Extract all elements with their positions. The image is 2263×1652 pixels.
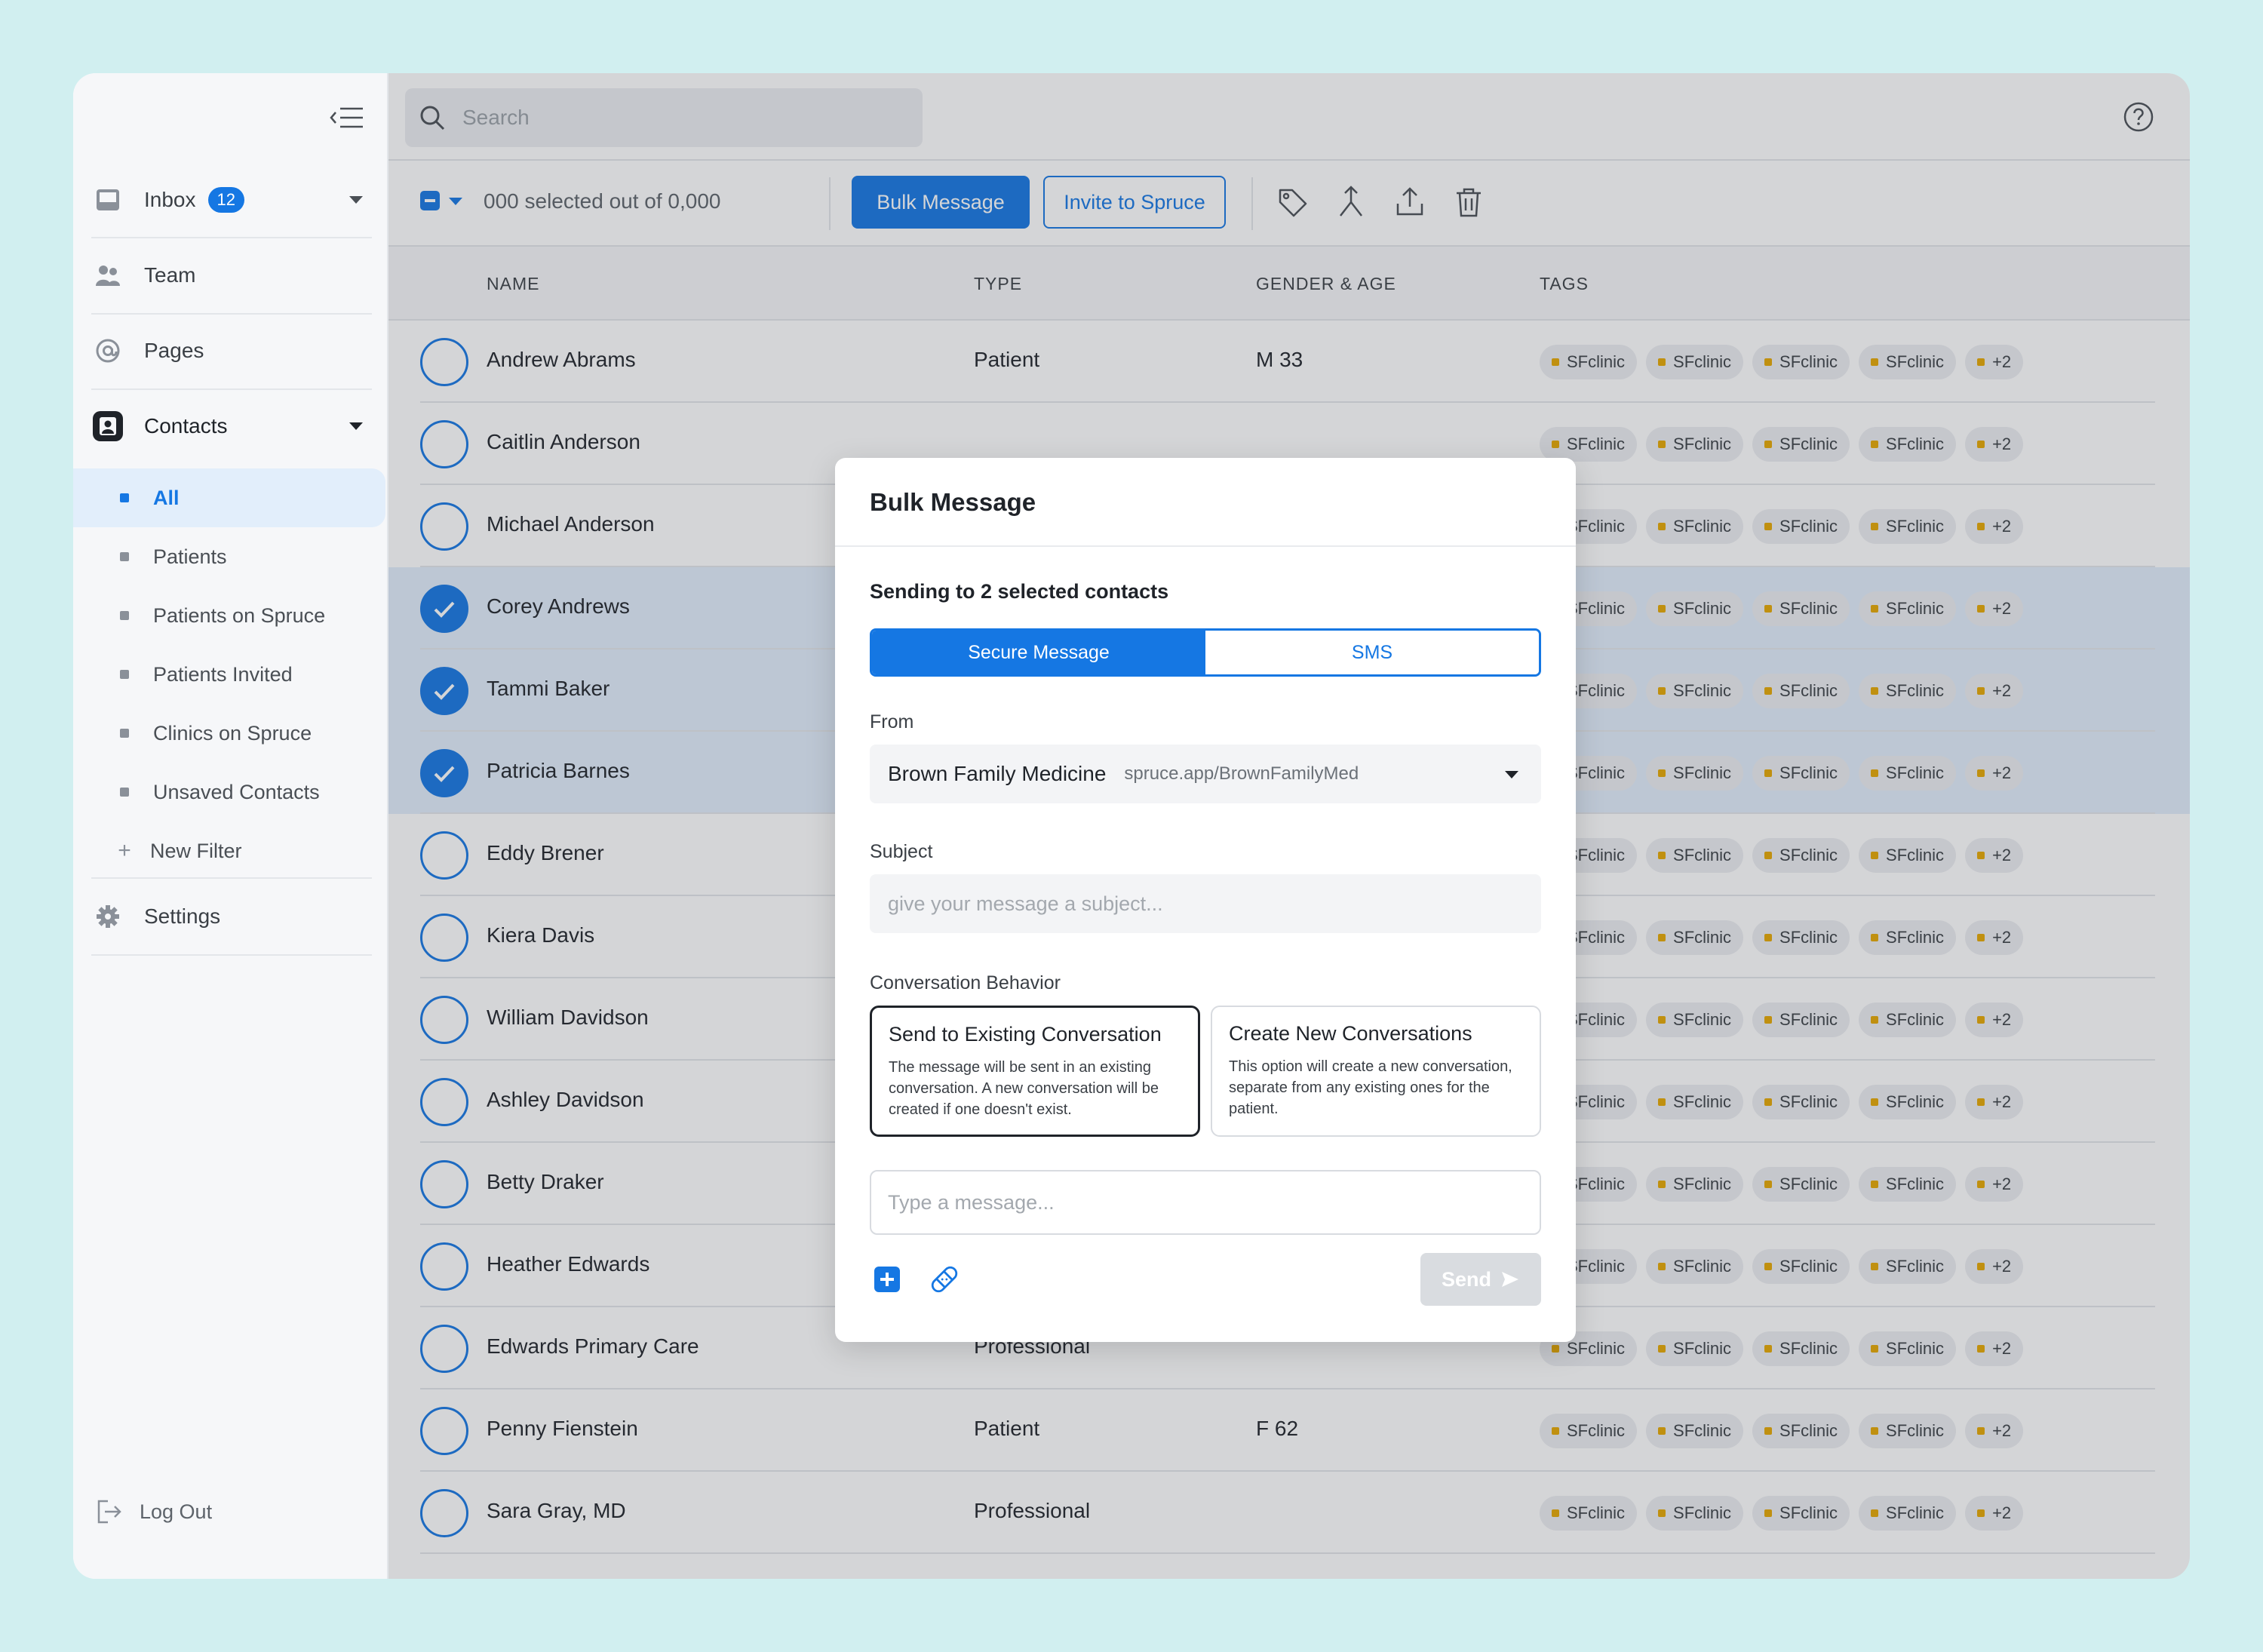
add-attachment-icon[interactable] xyxy=(874,1267,900,1292)
subject-placeholder: give your message a subject... xyxy=(888,892,1163,915)
sidebar: Inbox 12 Team Pages Contacts All Patient… xyxy=(73,73,388,1579)
filter-label: Unsaved Contacts xyxy=(153,780,320,803)
subject-input[interactable]: give your message a subject... xyxy=(870,874,1541,933)
bullet xyxy=(120,729,129,738)
message-input[interactable]: Type a message... xyxy=(870,1170,1541,1235)
plus-icon: + xyxy=(118,838,131,863)
inbox-label: Inbox xyxy=(144,188,196,211)
new-filter-button[interactable]: + New Filter xyxy=(73,821,385,880)
divider xyxy=(91,237,372,238)
option-existing-conversation[interactable]: Send to Existing Conversation The messag… xyxy=(870,1006,1200,1137)
bullet xyxy=(120,670,129,679)
sidebar-item-inbox[interactable]: Inbox 12 xyxy=(88,164,372,236)
bandage-icon[interactable] xyxy=(929,1264,960,1295)
logout-icon xyxy=(97,1500,121,1524)
gear-icon xyxy=(93,901,123,932)
filter-unsaved-contacts[interactable]: Unsaved Contacts xyxy=(73,763,385,821)
send-arrow-icon xyxy=(1502,1272,1518,1287)
option-description: The message will be sent in an existing … xyxy=(889,1059,1159,1118)
dialog-title: Bulk Message xyxy=(870,488,1036,516)
app-window: Inbox 12 Team Pages Contacts All Patient… xyxy=(73,73,2190,1579)
subject-label: Subject xyxy=(870,841,933,862)
divider xyxy=(91,877,372,879)
settings-label: Settings xyxy=(144,904,221,928)
chevron-down-icon xyxy=(1505,771,1518,778)
filter-label: Patients xyxy=(153,545,227,568)
new-filter-label: New Filter xyxy=(150,839,242,862)
filter-label: Patients on Spruce xyxy=(153,603,326,627)
sidebar-item-team[interactable]: Team xyxy=(88,239,372,312)
filter-patients[interactable]: Patients xyxy=(73,527,385,586)
collapse-sidebar-icon[interactable] xyxy=(330,105,364,131)
from-name: Brown Family Medicine xyxy=(888,762,1107,785)
from-label: From xyxy=(870,711,914,732)
option-new-conversations[interactable]: Create New Conversations This option wil… xyxy=(1211,1006,1541,1137)
team-icon xyxy=(93,260,123,290)
from-select[interactable]: Brown Family Medicine spruce.app/BrownFa… xyxy=(870,745,1541,803)
send-label: Send xyxy=(1441,1267,1491,1291)
contacts-label: Contacts xyxy=(144,414,228,438)
inbox-icon xyxy=(93,185,123,215)
channel-toggle: Secure Message SMS xyxy=(870,628,1541,677)
option-title: Send to Existing Conversation xyxy=(889,1023,1162,1046)
filter-all[interactable]: All xyxy=(73,468,385,527)
logout-label: Log Out xyxy=(140,1500,213,1523)
sidebar-item-settings[interactable]: Settings xyxy=(88,880,372,953)
pages-label: Pages xyxy=(144,339,204,362)
recipient-summary: Sending to 2 selected contacts xyxy=(870,580,1169,603)
bullet xyxy=(120,611,129,620)
message-placeholder: Type a message... xyxy=(888,1190,1055,1214)
bullet xyxy=(120,493,129,502)
from-url: spruce.app/BrownFamilyMed xyxy=(1124,763,1359,784)
contacts-icon xyxy=(93,411,123,441)
option-description: This option will create a new conversati… xyxy=(1229,1058,1512,1117)
sidebar-item-pages[interactable]: Pages xyxy=(88,315,372,387)
at-sign-icon xyxy=(93,336,123,366)
sidebar-item-contacts[interactable]: Contacts xyxy=(88,390,372,462)
tab-secure-message[interactable]: Secure Message xyxy=(872,631,1205,674)
team-label: Team xyxy=(144,263,196,287)
tab-sms[interactable]: SMS xyxy=(1205,631,1539,674)
send-button[interactable]: Send xyxy=(1420,1253,1541,1306)
bulk-message-dialog: Bulk Message Sending to 2 selected conta… xyxy=(835,458,1576,1342)
contacts-chevron-down-icon[interactable] xyxy=(349,422,363,430)
behavior-label: Conversation Behavior xyxy=(870,972,1061,993)
filter-patients-invited[interactable]: Patients Invited xyxy=(73,645,385,704)
inbox-chevron-down-icon[interactable] xyxy=(349,196,363,204)
divider xyxy=(835,545,1576,547)
bullet xyxy=(120,552,129,561)
filter-label: Patients Invited xyxy=(153,662,293,686)
filter-label: Clinics on Spruce xyxy=(153,721,312,745)
filter-label: All xyxy=(153,486,180,509)
logout-button[interactable]: Log Out xyxy=(96,1499,212,1525)
option-title: Create New Conversations xyxy=(1229,1022,1472,1045)
filter-patients-on-spruce[interactable]: Patients on Spruce xyxy=(73,586,385,645)
filter-clinics-on-spruce[interactable]: Clinics on Spruce xyxy=(73,704,385,763)
inbox-count-badge: 12 xyxy=(207,187,244,213)
bullet xyxy=(120,788,129,797)
divider xyxy=(91,954,372,956)
